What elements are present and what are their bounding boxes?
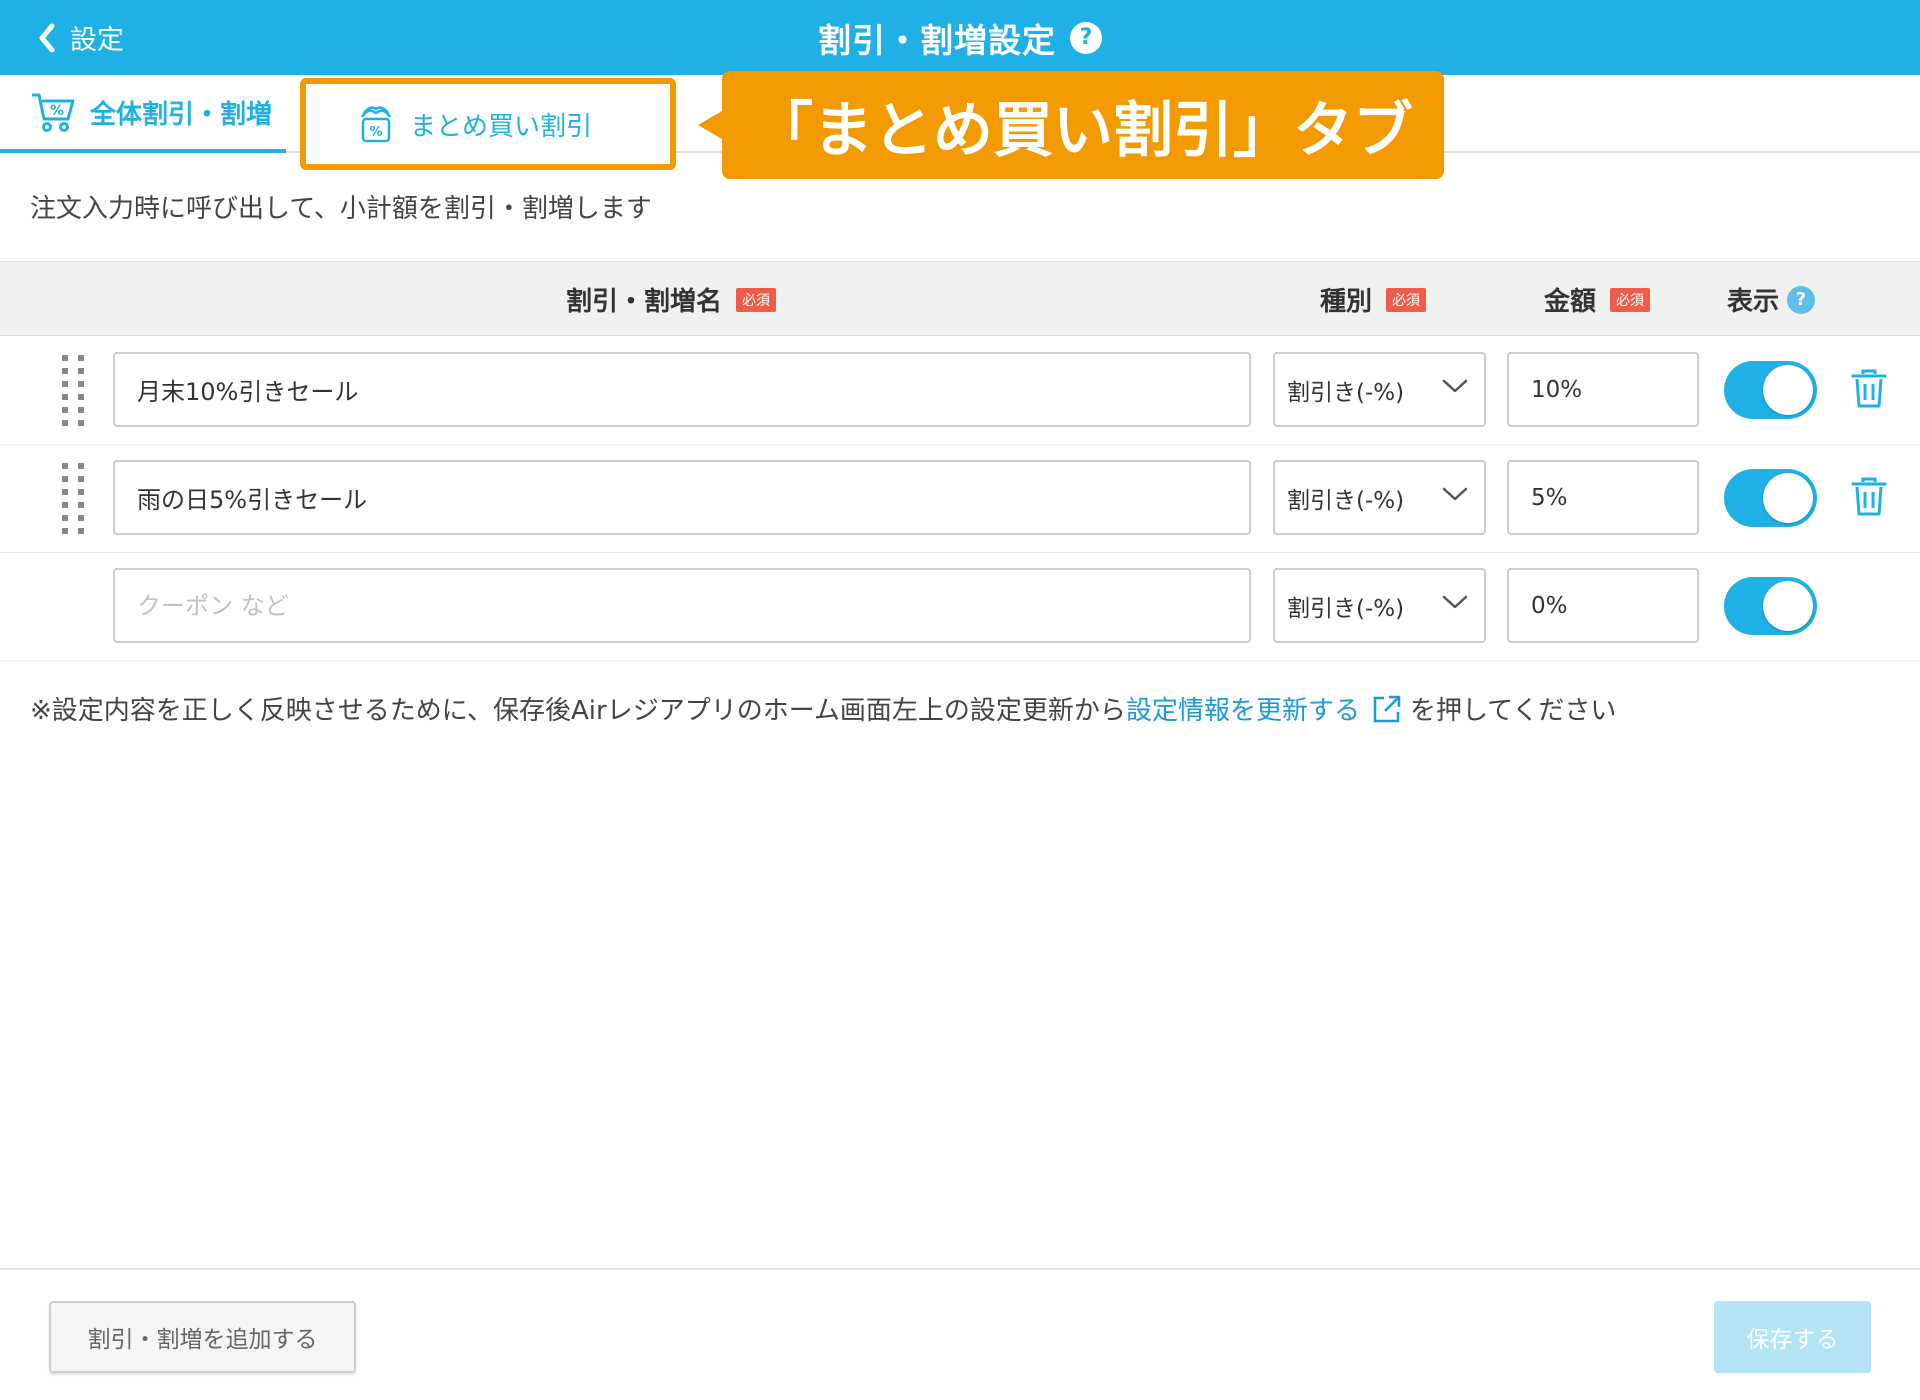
discount-type-value: 割引き(-%) — [1287, 487, 1405, 514]
toggle-knob — [1763, 473, 1813, 523]
update-settings-link[interactable]: 設定情報を更新する — [1126, 690, 1360, 727]
add-discount-button[interactable]: 割引・割増を追加する — [49, 1301, 356, 1373]
amount-input[interactable] — [1507, 352, 1699, 427]
page-title: 割引・割増設定 — [818, 20, 1056, 60]
trash-icon[interactable] — [1851, 477, 1887, 517]
table-row: 割引き(-%) — [0, 445, 1920, 553]
chevron-left-icon — [39, 23, 55, 52]
callout-text: 「まとめ買い割引」タブ — [753, 95, 1413, 166]
note-suffix: を押してください — [1409, 696, 1617, 726]
tab-overall-discount[interactable]: % 全体割引・割増 — [0, 75, 286, 153]
amount-input[interactable] — [1507, 460, 1699, 535]
annotation-callout: 「まとめ買い割引」タブ — [698, 71, 1444, 179]
help-icon[interactable]: ? — [1787, 285, 1816, 314]
external-link-icon[interactable] — [1372, 694, 1402, 724]
footer-bar: 割引・割増を追加する 保存する — [0, 1268, 1920, 1400]
save-button[interactable]: 保存する — [1714, 1301, 1871, 1373]
tab-bulk-discount-label: まとめ買い割引 — [410, 111, 593, 142]
chevron-down-icon — [1442, 379, 1468, 393]
trash-icon[interactable] — [1851, 369, 1887, 409]
column-display-label: 表示 — [1727, 287, 1780, 317]
table-header: 割引・割増名 必須 種別 必須 金額 必須 表示 ? — [0, 261, 1920, 336]
column-name-label: 割引・割増名 — [566, 287, 723, 317]
amount-input[interactable] — [1507, 568, 1699, 643]
discount-type-value: 割引き(-%) — [1287, 379, 1405, 406]
display-toggle[interactable] — [1724, 361, 1817, 419]
column-header-amount: 金額 必須 — [1544, 262, 1651, 337]
display-toggle[interactable] — [1724, 469, 1817, 527]
back-button[interactable]: 設定 — [38, 0, 124, 75]
display-toggle[interactable] — [1724, 577, 1817, 635]
table-row: 割引き(-%) — [0, 553, 1920, 661]
column-header-display: 表示 ? — [1727, 262, 1816, 337]
required-badge: 必須 — [1386, 287, 1427, 312]
cart-percent-icon: % — [32, 93, 75, 132]
discount-name-input[interactable] — [113, 568, 1251, 643]
chevron-down-icon — [1442, 487, 1468, 501]
tab-bulk-discount[interactable]: % まとめ買い割引 — [300, 78, 676, 170]
required-badge: 必須 — [736, 287, 777, 312]
discount-name-input[interactable] — [113, 460, 1251, 535]
column-header-name: 割引・割増名 必須 — [566, 262, 777, 337]
required-badge: 必須 — [1610, 287, 1651, 312]
column-amount-label: 金額 — [1544, 287, 1597, 317]
tab-overall-discount-label: 全体割引・割増 — [90, 99, 273, 130]
discount-type-select[interactable]: 割引き(-%) — [1273, 460, 1486, 535]
toggle-knob — [1763, 581, 1813, 631]
app-header: 割引・割増設定 ? 設定 — [0, 0, 1920, 75]
drag-handle-icon[interactable] — [62, 355, 84, 427]
back-label: 設定 — [70, 25, 124, 56]
discount-type-value: 割引き(-%) — [1287, 595, 1405, 622]
discount-type-select[interactable]: 割引き(-%) — [1273, 352, 1486, 427]
note-prefix: ※設定内容を正しく反映させるために、保存後Airレジアプリのホーム画面左上の設定… — [30, 696, 1126, 726]
update-note: ※設定内容を正しく反映させるために、保存後Airレジアプリのホーム画面左上の設定… — [30, 690, 1616, 727]
chevron-down-icon — [1442, 595, 1468, 609]
title-area: 割引・割増設定 ? — [0, 0, 1920, 75]
help-icon[interactable]: ? — [1070, 21, 1102, 54]
drag-handle-icon[interactable] — [62, 463, 84, 535]
column-header-type: 種別 必須 — [1320, 262, 1427, 337]
page-description: 注文入力時に呼び出して、小計額を割引・割増します — [30, 194, 652, 224]
column-type-label: 種別 — [1320, 287, 1373, 317]
discount-name-input[interactable] — [113, 352, 1251, 427]
svg-text:%: % — [369, 125, 382, 140]
discount-type-select[interactable]: 割引き(-%) — [1273, 568, 1486, 643]
bundle-percent-icon: % — [360, 106, 392, 143]
toggle-knob — [1763, 365, 1813, 415]
svg-text:%: % — [50, 103, 64, 119]
table-row: 割引き(-%) — [0, 337, 1920, 445]
